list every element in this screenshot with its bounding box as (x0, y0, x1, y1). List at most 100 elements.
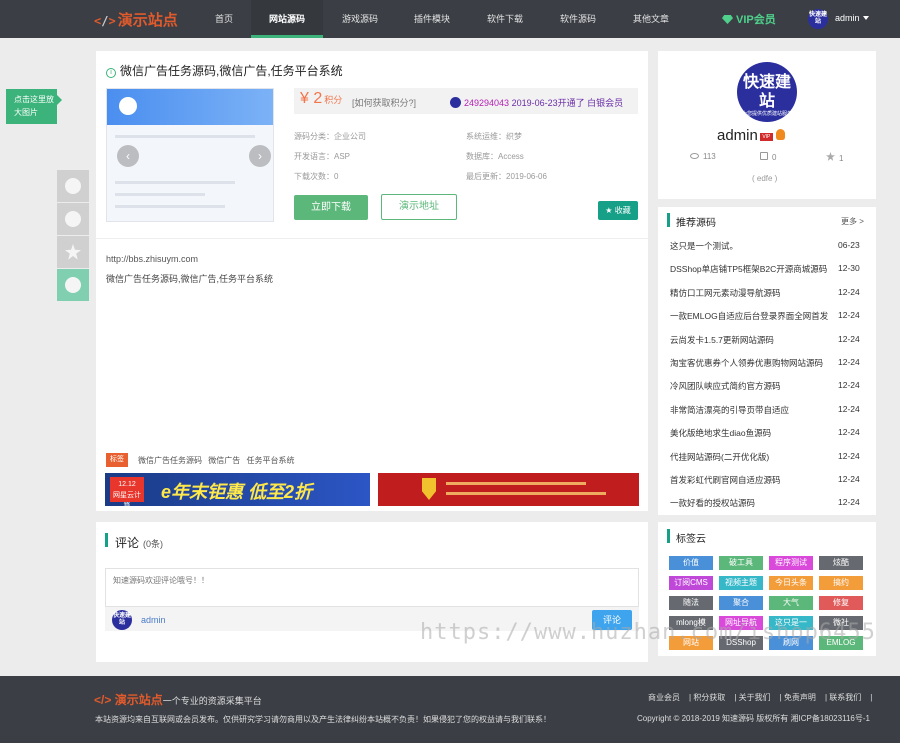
list-item-date: 12-24 (838, 333, 860, 344)
profile-avatar[interactable]: 快速建站 为您提供优质建站服务 (737, 62, 797, 122)
section-marker (105, 533, 108, 547)
product-screenshot[interactable]: ‹ › (106, 88, 274, 222)
comment-title: 评论 (0条) (115, 536, 164, 550)
qq-icon[interactable] (775, 129, 785, 140)
footer-link[interactable]: 免责声明 (784, 693, 816, 702)
comment-input[interactable] (105, 568, 639, 607)
stat-comments: 0 (760, 152, 776, 162)
profile-signature: ( edfe ) (752, 174, 778, 183)
page-title: i 微信广告任务源码,微信广告,任务平台系统 (106, 62, 343, 79)
vip-link[interactable]: VIP会员 (722, 11, 776, 27)
code-icon: </> (94, 14, 116, 28)
tag-chip[interactable]: 搞约 (819, 576, 863, 590)
footer-link[interactable]: 积分获取 (693, 693, 725, 702)
footer-link[interactable]: 商业会员 (648, 693, 680, 702)
prev-image-button[interactable]: ‹ (117, 145, 139, 167)
footer-logo: </> 演示站点一个专业的资源采集平台 (94, 693, 262, 707)
tag-chip[interactable]: 炫酷 (819, 556, 863, 570)
meta-database: 数据库：Access (466, 152, 524, 161)
star-icon (65, 244, 81, 260)
footer: </> 演示站点一个专业的资源采集平台 本站资源均来自互联网或会员发布。仅供研究… (0, 676, 900, 743)
screenshot-avatar (119, 97, 137, 115)
screenshot-line (115, 205, 225, 208)
tag-label: 标签 (106, 453, 128, 467)
footer-copyright: Copyright © 2018-2019 知速源码 版权所有 湘ICP备180… (637, 714, 870, 723)
list-item-date: 12-24 (838, 450, 860, 461)
list-item-title: 精仿口工网元素动漫导航源码 (670, 287, 781, 298)
tag-chip[interactable]: 视频主题 (719, 576, 763, 590)
banner-stripe (446, 492, 606, 495)
site-logo[interactable]: </> 演示站点 (94, 9, 178, 30)
diamond-icon (722, 15, 733, 24)
demo-button[interactable]: 演示地址 (381, 194, 457, 220)
share-weibo-button[interactable] (57, 170, 89, 202)
favorite-button[interactable]: ★ 收藏 (598, 201, 638, 220)
tag-chip[interactable]: 大气 (769, 596, 813, 610)
nav-item-software-source[interactable]: 软件源码 (552, 0, 604, 38)
watermark: https://www.huzhan.com/ishop6455 (420, 620, 876, 645)
list-item-date: 12-24 (838, 286, 860, 297)
source-url[interactable]: http://bbs.zhisuym.com (106, 254, 198, 264)
qq-icon (65, 211, 81, 227)
list-item-date: 12-24 (838, 427, 860, 438)
share-favorite-button[interactable] (57, 236, 89, 268)
download-button[interactable]: 立即下载 (294, 195, 368, 220)
tag-link[interactable]: 任务平台系统 (246, 456, 294, 465)
recommend-panel: 推荐源码 更多 > 这只是一个测试。 06-23 DSShop单店铺TP5框架B2C… (658, 207, 876, 515)
tag-chip[interactable]: 修复 (819, 596, 863, 610)
avatar (450, 97, 461, 108)
shield-icon (422, 478, 436, 500)
list-item-title: 代挂网站源码(二开优化版) (670, 451, 770, 462)
list-item-title: 一款EMLOG自适应后台登录界面全网首发 (670, 311, 829, 322)
next-image-button[interactable]: › (249, 145, 271, 167)
promo-badge: 12.12网星云计算 (110, 477, 144, 506)
share-wechat-button[interactable] (57, 269, 89, 301)
nav-item-game-source[interactable]: 游戏源码 (334, 0, 386, 38)
list-item-date: 12-24 (838, 474, 860, 484)
product-panel: i 微信广告任务源码,微信广告,任务平台系统 ‹ › ¥ 2 积分 [如何获取积分?… (96, 51, 648, 511)
recent-activity: 249294043 2019-06-23开通了 白银会员 (450, 96, 623, 109)
footer-link[interactable]: 联系我们 (829, 693, 861, 702)
tag-chip[interactable]: 随法 (669, 596, 713, 610)
tag-link[interactable]: 微信广告任务源码 (138, 456, 202, 465)
weibo-icon (65, 178, 81, 194)
author-profile: 快速建站 为您提供优质建站服务 admin VIP 113 0 1 ( edfe ) (658, 51, 876, 199)
tag-chip[interactable]: 破工具 (719, 556, 763, 570)
tag-chip[interactable]: 聚合 (719, 596, 763, 610)
tag-chip[interactable]: 价值 (669, 556, 713, 570)
zoom-tip[interactable]: 点击这里放大图片 (6, 89, 62, 124)
nav-item-home[interactable]: 首页 (204, 0, 244, 38)
section-marker (667, 529, 670, 543)
tag-chip[interactable]: 订阅CMS (669, 576, 713, 590)
tag-chip[interactable]: 今日头条 (769, 576, 813, 590)
list-item-title: 云尚发卡1.5.7更新网站源码 (670, 334, 774, 345)
wechat-icon (65, 277, 81, 293)
comment-user[interactable]: admin (141, 615, 166, 625)
tagcloud-title: 标签云 (676, 534, 706, 545)
promo-banner-right[interactable] (378, 473, 639, 506)
nav-item-other-articles[interactable]: 其他文章 (625, 0, 677, 38)
share-qq-button[interactable] (57, 203, 89, 235)
stat-views: 113 (690, 152, 716, 161)
list-item-date: 12-24 (838, 497, 860, 508)
nav-avatar[interactable]: 快速建站 (808, 9, 828, 29)
info-icon: i (106, 68, 116, 78)
list-item-title: 冷风团队峡应式简约官方源码 (670, 381, 781, 392)
user-menu[interactable]: admin (835, 13, 869, 23)
tag-chip[interactable]: 程序测试 (769, 556, 813, 570)
list-item-title: 这只是一个测试。 (670, 241, 739, 251)
nav-item-website-source[interactable]: 网站源码 (251, 0, 323, 38)
how-to-get-points-link[interactable]: [如何获取积分?] (352, 96, 416, 109)
tag-link[interactable]: 微信广告 (208, 456, 240, 465)
recommend-title: 推荐源码 (676, 218, 716, 229)
list-item-title: 首发彩虹代刷官网自适应源码 (670, 475, 781, 485)
chevron-down-icon (862, 16, 869, 20)
promo-banner-left[interactable]: 12.12网星云计算 e年末钜惠 低至2折 (105, 473, 370, 506)
more-link[interactable]: 更多 > (841, 216, 864, 227)
nav-item-software-download[interactable]: 软件下载 (479, 0, 531, 38)
footer-link[interactable]: 关于我们 (739, 693, 771, 702)
list-item-date: 12-30 (838, 263, 860, 274)
list-item-date: 12-24 (838, 403, 860, 414)
nav-item-plugins[interactable]: 插件模块 (406, 0, 458, 38)
list-item-date: 12-24 (838, 380, 860, 391)
